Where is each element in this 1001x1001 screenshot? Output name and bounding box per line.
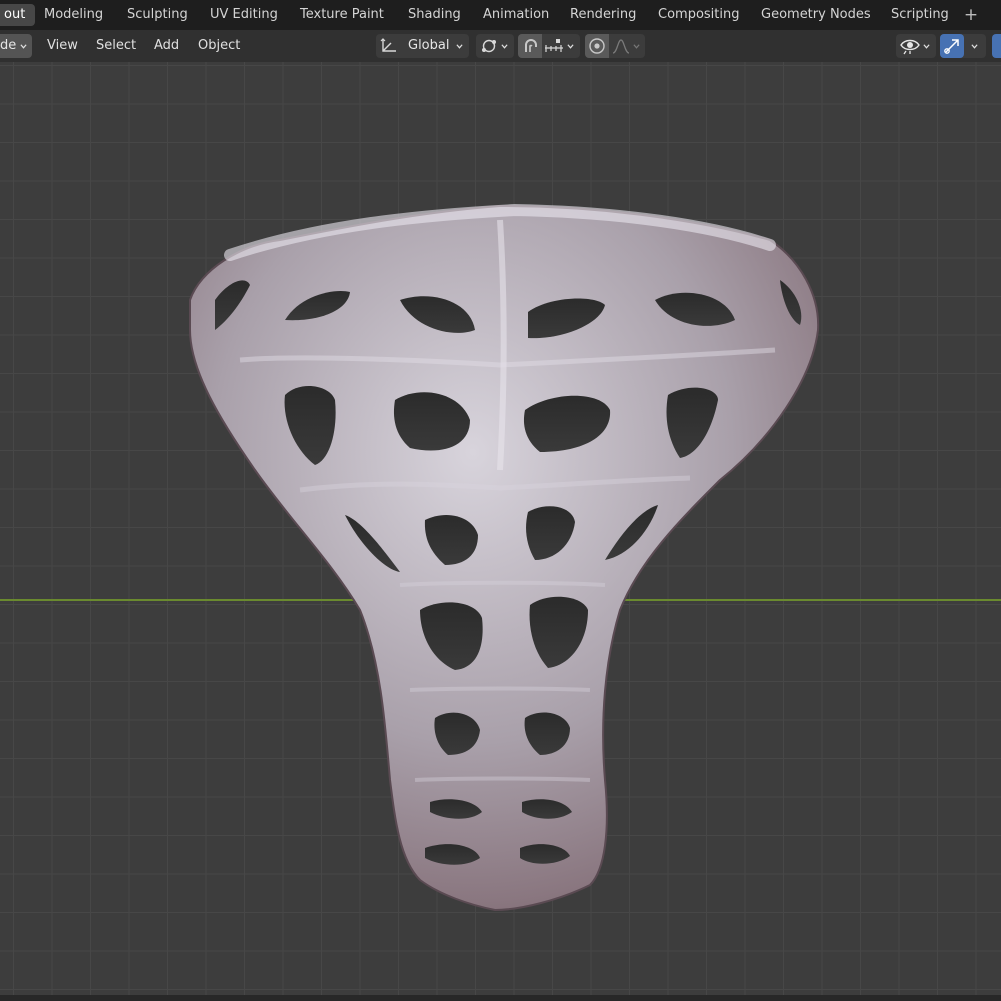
plus-icon[interactable]: + xyxy=(962,4,980,26)
tab-compositing[interactable]: Compositing xyxy=(648,4,750,26)
3d-viewport[interactable] xyxy=(0,62,1001,1001)
interaction-mode-dropdown[interactable]: de xyxy=(0,34,32,58)
tab-rendering[interactable]: Rendering xyxy=(560,4,646,26)
transform-axes-icon xyxy=(380,38,396,52)
transform-orientation-label: Global xyxy=(408,38,450,53)
tab-modeling[interactable]: Modeling xyxy=(34,4,113,26)
snap-increment-icon[interactable] xyxy=(544,38,564,54)
proportional-edit-toggle[interactable] xyxy=(585,34,609,58)
menu-add[interactable]: Add xyxy=(154,34,179,58)
chevron-down-icon xyxy=(456,44,463,49)
snap-group xyxy=(518,34,580,58)
overlay-toggle[interactable] xyxy=(992,34,1001,58)
eye-icon xyxy=(900,39,920,55)
magnet-icon xyxy=(525,39,537,52)
selectability-visibility-dropdown[interactable] xyxy=(896,34,936,58)
gizmo-icon xyxy=(944,39,959,54)
gizmo-toggle[interactable] xyxy=(940,34,964,58)
menu-select[interactable]: Select xyxy=(96,34,136,58)
chevron-down-icon[interactable] xyxy=(633,43,640,50)
tab-shading[interactable]: Shading xyxy=(398,4,471,26)
snap-toggle[interactable] xyxy=(518,34,542,58)
workspace-tab-bar: out Modeling Sculpting UV Editing Textur… xyxy=(0,0,1001,30)
tab-uv-editing[interactable]: UV Editing xyxy=(200,4,288,26)
pivot-point-icon xyxy=(482,39,496,53)
chevron-down-icon xyxy=(923,44,930,49)
pivot-point-dropdown[interactable] xyxy=(476,34,514,58)
chevron-down-icon xyxy=(20,44,27,49)
chevron-down-icon xyxy=(501,44,508,49)
tab-texture-paint[interactable]: Texture Paint xyxy=(290,4,394,26)
falloff-curve-icon[interactable] xyxy=(612,38,630,54)
menu-object[interactable]: Object xyxy=(198,34,240,58)
tab-sculpting[interactable]: Sculpting xyxy=(117,4,198,26)
menu-view[interactable]: View xyxy=(47,34,78,58)
tab-animation[interactable]: Animation xyxy=(473,4,559,26)
viewport-header: de View Select Add Object Global xyxy=(0,30,1001,62)
gizmo-group xyxy=(940,34,986,58)
bottom-edge xyxy=(0,995,1001,1001)
proportional-edit-group xyxy=(585,34,645,58)
chevron-down-icon[interactable] xyxy=(971,43,978,50)
tab-geometry-nodes[interactable]: Geometry Nodes xyxy=(751,4,881,26)
transform-orientation-dropdown[interactable]: Global xyxy=(376,34,469,58)
interaction-mode-label: de xyxy=(0,38,17,53)
chevron-down-icon[interactable] xyxy=(567,43,574,50)
proportional-edit-icon xyxy=(589,38,605,54)
tab-scripting[interactable]: Scripting xyxy=(881,4,959,26)
tab-layout[interactable]: out xyxy=(0,4,36,26)
voronoi-lattice-mesh[interactable] xyxy=(0,62,1001,1001)
